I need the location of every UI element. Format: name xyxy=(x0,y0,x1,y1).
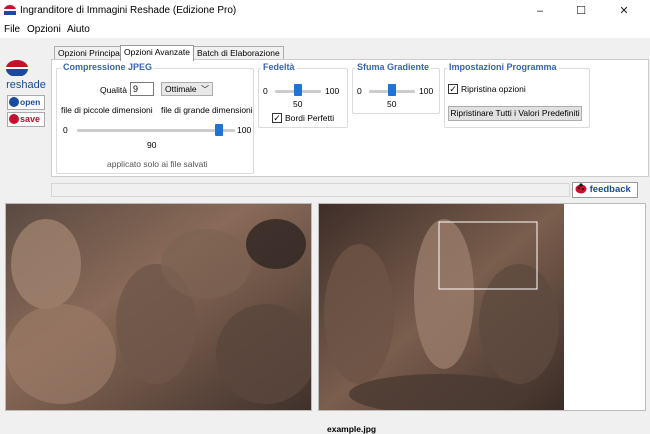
quality-preset-value: Ottimale xyxy=(165,84,197,94)
original-image-view[interactable] xyxy=(318,203,646,411)
gradient-min: 0 xyxy=(357,86,362,96)
check-icon: ✓ xyxy=(273,113,281,123)
jpeg-slider-min: 0 xyxy=(63,125,68,135)
close-button[interactable]: ✕ xyxy=(604,0,644,22)
tab-batch-processing[interactable]: Batch di Elaborazione xyxy=(193,46,284,60)
status-bar xyxy=(0,413,650,434)
menu-file[interactable]: File xyxy=(4,24,20,35)
reshade-logo-icon xyxy=(6,60,28,77)
jpeg-quality-slider-track[interactable] xyxy=(77,129,235,132)
fidelity-slider-thumb[interactable] xyxy=(294,84,302,96)
perfect-edges-checkbox[interactable]: ✓ xyxy=(272,113,282,123)
advanced-options-panel: Compressione JPEG Qualità 9 Ottimale ﹀ f… xyxy=(51,59,649,177)
tab-main-options[interactable]: Opzioni Principali xyxy=(54,46,128,60)
gradient-blur-group: Sfuma Gradiente 0 100 50 xyxy=(352,62,440,114)
zoomed-image-view[interactable] xyxy=(5,203,312,411)
fidelity-title: Fedeltà xyxy=(261,62,297,72)
feedback-button[interactable]: feedback xyxy=(572,182,638,198)
gradient-slider-thumb[interactable] xyxy=(388,84,396,96)
fidelity-value: 50 xyxy=(293,99,303,109)
gradient-value: 50 xyxy=(387,99,397,109)
ladybug-icon xyxy=(575,183,587,194)
minimize-button[interactable]: – xyxy=(520,0,560,22)
program-settings-title: Impostazioni Programma xyxy=(447,62,559,72)
restore-options-label: Ripristina opzioni xyxy=(461,84,526,94)
chevron-down-icon: ﹀ xyxy=(201,85,209,94)
fidelity-min: 0 xyxy=(263,86,268,96)
filename-label: example.jpg xyxy=(327,424,377,434)
check-icon: ✓ xyxy=(449,84,457,94)
quality-label: Qualità xyxy=(100,85,127,95)
window-title: Ingranditore di Immagini Reshade (Edizio… xyxy=(20,5,237,16)
jpeg-compression-title: Compressione JPEG xyxy=(61,62,155,72)
jpeg-note: applicato solo ai file salvati xyxy=(107,159,208,169)
quality-preset-select[interactable]: Ottimale ﹀ xyxy=(161,82,213,96)
large-files-label: file di grande dimensioni xyxy=(161,105,253,115)
fidelity-max: 100 xyxy=(325,86,340,96)
zoomed-image xyxy=(6,204,311,410)
restore-options-checkbox[interactable]: ✓ xyxy=(448,84,458,94)
save-label: save xyxy=(20,114,41,124)
fidelity-group: Fedeltà 0 100 50 ✓ Bordi Perfetti xyxy=(258,62,348,128)
open-icon xyxy=(9,97,19,107)
jpeg-slider-value: 90 xyxy=(147,140,157,150)
program-settings-group: Impostazioni Programma ✓ Ripristina opzi… xyxy=(444,62,590,128)
reshade-logo-text: reshade xyxy=(6,79,46,91)
title-bar: Ingranditore di Immagini Reshade (Edizio… xyxy=(0,0,650,22)
tab-advanced-options[interactable]: Opzioni Avanzate xyxy=(120,45,194,61)
jpeg-compression-group: Compressione JPEG Qualità 9 Ottimale ﹀ f… xyxy=(56,62,254,174)
small-files-label: file di piccole dimensioni xyxy=(61,105,153,115)
reshade-logo: reshade xyxy=(6,60,46,91)
open-label: open xyxy=(20,97,41,107)
left-panel: reshade open save xyxy=(0,38,50,198)
reset-defaults-button[interactable]: Ripristinare Tutti i Valori Predefiniti xyxy=(448,106,582,121)
perfect-edges-label: Bordi Perfetti xyxy=(285,113,335,123)
progress-box xyxy=(51,183,570,197)
gradient-blur-title: Sfuma Gradiente xyxy=(355,62,432,72)
save-icon xyxy=(9,114,19,124)
feedback-label: feedback xyxy=(589,184,631,195)
quality-input[interactable]: 9 xyxy=(130,82,154,96)
jpeg-quality-slider-thumb[interactable] xyxy=(215,124,224,136)
menu-options[interactable]: Opzioni xyxy=(27,24,61,35)
save-button[interactable]: save xyxy=(7,112,45,127)
menu-help[interactable]: Aiuto xyxy=(67,24,90,35)
open-button[interactable]: open xyxy=(7,95,45,110)
original-image xyxy=(319,204,564,410)
menu-bar: File Opzioni Aiuto xyxy=(0,22,650,38)
maximize-button[interactable]: ☐ xyxy=(561,0,601,22)
gradient-max: 100 xyxy=(419,86,434,96)
jpeg-slider-max: 100 xyxy=(237,125,252,135)
reshade-app-icon xyxy=(4,5,16,15)
